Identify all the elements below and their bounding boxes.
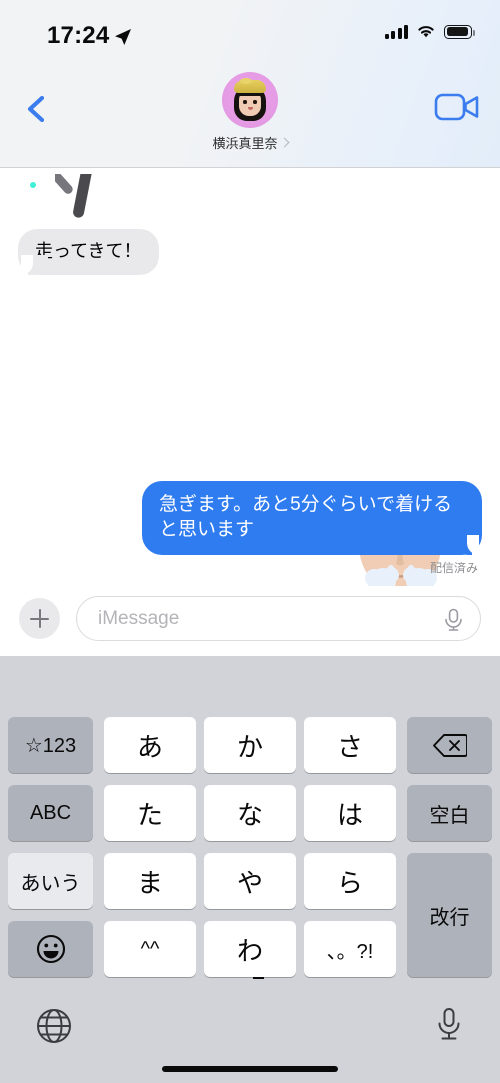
sticker-shape-thick (72, 174, 93, 219)
key-ka-row[interactable]: か (204, 717, 296, 773)
status-bar: 17:24 (0, 0, 500, 62)
partial-sticker-bubble[interactable] (55, 174, 115, 219)
message-list[interactable]: 走ってきて！ 急ぎます。あと5分ぐらいで着けると思います 配信済み (0, 169, 500, 595)
avatar (222, 72, 278, 128)
sticker-shape-thin (55, 174, 75, 196)
emoji-smiley-icon (36, 934, 65, 964)
key-ma-row[interactable]: ま (104, 853, 196, 909)
key-numbers[interactable]: ☆123 (8, 717, 93, 773)
key-ta-row[interactable]: た (104, 785, 196, 841)
key-ha-row[interactable]: は (304, 785, 396, 841)
key-sa-row[interactable]: さ (304, 717, 396, 773)
outgoing-message-bubble[interactable]: 急ぎます。あと5分ぐらいで着けると思います (142, 481, 482, 556)
typing-dot-indicator (30, 182, 36, 188)
navigation-bar: 17:24 横浜真里奈 (0, 0, 500, 168)
location-arrow-icon (115, 29, 131, 45)
key-emoji[interactable] (8, 921, 93, 977)
avatar-mouth (248, 107, 253, 110)
microphone-dictation-icon[interactable] (436, 1007, 462, 1045)
contact-header-button[interactable]: 横浜真里奈 (0, 72, 500, 152)
keyboard-bottom-bar (0, 991, 500, 1083)
key-kana[interactable]: あいう (8, 853, 93, 909)
outgoing-message-text: 急ぎます。あと5分ぐらいで着けると思います (159, 494, 453, 541)
key-wa-row[interactable]: わ (204, 921, 296, 979)
avatar-eye-left (243, 100, 247, 104)
key-return[interactable]: 改行 (407, 853, 492, 977)
delivery-receipt: 配信済み (429, 561, 478, 575)
key-delete[interactable] (407, 717, 492, 773)
home-indicator[interactable] (162, 1066, 338, 1072)
key-kaomoji[interactable]: ^^ (104, 921, 196, 977)
avatar-eye-right (253, 100, 257, 104)
cellular-signal-icon (384, 24, 408, 39)
bubble-tail-left (21, 254, 48, 275)
incoming-message-text: 走ってきて！ (35, 241, 142, 261)
key-abc[interactable]: ABC (8, 785, 93, 841)
predictive-text-bar[interactable] (0, 656, 500, 717)
globe-language-icon[interactable] (35, 1007, 73, 1045)
key-space[interactable]: 空白 (407, 785, 492, 841)
status-bar-time: 17:24 (47, 22, 110, 49)
delete-backspace-icon (432, 733, 467, 757)
bubble-tail-right (452, 535, 479, 556)
status-bar-indicators (384, 24, 476, 39)
key-ya-row[interactable]: や (204, 853, 296, 909)
japanese-kana-keyboard: ☆123 あ か さ ABC た な は 空白 あいう ま や ら 改行 ^^ … (0, 656, 500, 1083)
wifi-icon (418, 26, 434, 38)
microphone-icon[interactable] (443, 608, 464, 631)
message-input-bar: iMessage (0, 586, 500, 656)
message-input-field[interactable]: iMessage (76, 596, 481, 641)
key-punctuation[interactable]: 、。?! (304, 921, 396, 977)
key-a-row[interactable]: あ (104, 717, 196, 773)
imessage-conversation-screen: 17:24 横浜真里奈 走ってきて！ 急ぎます。あと5分ぐらいで着けると思います… (0, 0, 500, 1083)
keyboard-key-grid: ☆123 あ か さ ABC た な は 空白 あいう ま や ら 改行 ^^ … (0, 717, 500, 991)
key-ra-row[interactable]: ら (304, 853, 396, 909)
key-na-row[interactable]: な (204, 785, 296, 841)
chevron-right-icon (279, 137, 289, 148)
battery-full-icon (444, 24, 476, 39)
message-input-placeholder: iMessage (98, 608, 180, 629)
contact-name-label: 横浜真里奈 (212, 136, 278, 151)
avatar-hat (234, 77, 266, 93)
incoming-message-bubble[interactable]: 走ってきて！ (18, 229, 159, 275)
contact-name-row: 横浜真里奈 (212, 133, 289, 152)
add-attachment-button[interactable] (19, 598, 60, 639)
